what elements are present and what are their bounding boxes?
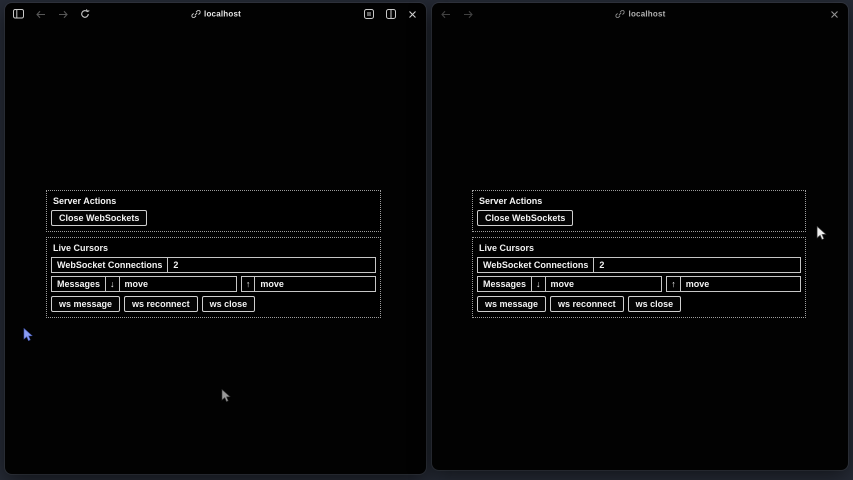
connections-label: WebSocket Connections xyxy=(52,258,167,272)
titlebar-left-controls xyxy=(440,9,473,20)
up-arrow-icon: ↑ xyxy=(667,277,680,291)
server-actions-fieldset: Server Actions Close WebSockets xyxy=(46,190,381,232)
messages-label: Messages xyxy=(52,277,105,291)
messages-up-value: move xyxy=(680,277,800,291)
connections-row: WebSocket Connections 2 xyxy=(477,257,801,273)
messages-down-value: move xyxy=(119,277,236,291)
titlebar-right-controls xyxy=(829,9,840,20)
up-arrow-icon: ↑ xyxy=(242,277,255,291)
down-arrow-icon: ↓ xyxy=(105,277,119,291)
titlebar: localhost xyxy=(5,3,426,25)
connections-row: WebSocket Connections 2 xyxy=(51,257,376,273)
ws-reconnect-button[interactable]: ws reconnect xyxy=(124,296,198,312)
reload-icon[interactable] xyxy=(79,9,90,20)
back-icon[interactable] xyxy=(440,9,451,20)
connections-value: 2 xyxy=(167,258,375,272)
live-cursors-fieldset: Live Cursors WebSocket Connections 2 Mes… xyxy=(46,237,381,318)
websocket-demo-app: Server Actions Close WebSockets Live Cur… xyxy=(46,190,381,323)
server-actions-fieldset: Server Actions Close WebSockets xyxy=(472,190,806,232)
websocket-demo-app: Server Actions Close WebSockets Live Cur… xyxy=(472,190,806,323)
link-icon xyxy=(615,9,626,20)
messages-down-group: Messages ↓ move xyxy=(477,276,662,292)
messages-label: Messages xyxy=(478,277,531,291)
ws-message-button[interactable]: ws message xyxy=(477,296,546,312)
live-cursors-legend: Live Cursors xyxy=(479,243,801,253)
ws-close-button[interactable]: ws close xyxy=(628,296,682,312)
server-actions-legend: Server Actions xyxy=(53,196,376,206)
ws-buttons-row: ws message ws reconnect ws close xyxy=(51,296,376,312)
close-websockets-button[interactable]: Close WebSockets xyxy=(477,210,573,226)
messages-up-value: move xyxy=(254,277,375,291)
browser-window-right: localhost Server Actions Close WebSocket… xyxy=(432,3,848,470)
back-icon[interactable] xyxy=(35,9,46,20)
url-text: localhost xyxy=(629,10,666,19)
forward-icon[interactable] xyxy=(57,9,68,20)
live-cursors-legend: Live Cursors xyxy=(53,243,376,253)
close-icon[interactable] xyxy=(407,9,418,20)
reader-view-icon[interactable] xyxy=(363,9,374,20)
url-text: localhost xyxy=(204,10,241,19)
page-content: Server Actions Close WebSockets Live Cur… xyxy=(432,25,848,470)
ws-message-button[interactable]: ws message xyxy=(51,296,120,312)
url-bar[interactable]: localhost xyxy=(190,9,241,20)
link-icon xyxy=(190,9,201,20)
titlebar: localhost xyxy=(432,3,848,25)
ws-close-button[interactable]: ws close xyxy=(202,296,256,312)
close-websockets-button[interactable]: Close WebSockets xyxy=(51,210,147,226)
messages-up-group: ↑ move xyxy=(666,276,801,292)
ws-reconnect-button[interactable]: ws reconnect xyxy=(550,296,624,312)
split-view-icon[interactable] xyxy=(385,9,396,20)
server-actions-legend: Server Actions xyxy=(479,196,801,206)
titlebar-left-controls xyxy=(13,9,90,20)
messages-up-group: ↑ move xyxy=(241,276,376,292)
messages-row: Messages ↓ move ↑ move xyxy=(51,276,376,292)
down-arrow-icon: ↓ xyxy=(531,277,545,291)
connections-label: WebSocket Connections xyxy=(478,258,593,272)
messages-row: Messages ↓ move ↑ move xyxy=(477,276,801,292)
sidebar-toggle-icon[interactable] xyxy=(13,9,24,20)
live-cursors-fieldset: Live Cursors WebSocket Connections 2 Mes… xyxy=(472,237,806,318)
connections-value: 2 xyxy=(593,258,800,272)
forward-icon[interactable] xyxy=(462,9,473,20)
url-bar[interactable]: localhost xyxy=(615,9,666,20)
ws-buttons-row: ws message ws reconnect ws close xyxy=(477,296,801,312)
close-icon[interactable] xyxy=(829,9,840,20)
browser-window-left: localhost Server Actions Close WebSocket… xyxy=(5,3,426,474)
messages-down-value: move xyxy=(545,277,662,291)
page-content: Server Actions Close WebSockets Live Cur… xyxy=(5,25,426,474)
messages-down-group: Messages ↓ move xyxy=(51,276,237,292)
titlebar-right-controls xyxy=(363,9,418,20)
